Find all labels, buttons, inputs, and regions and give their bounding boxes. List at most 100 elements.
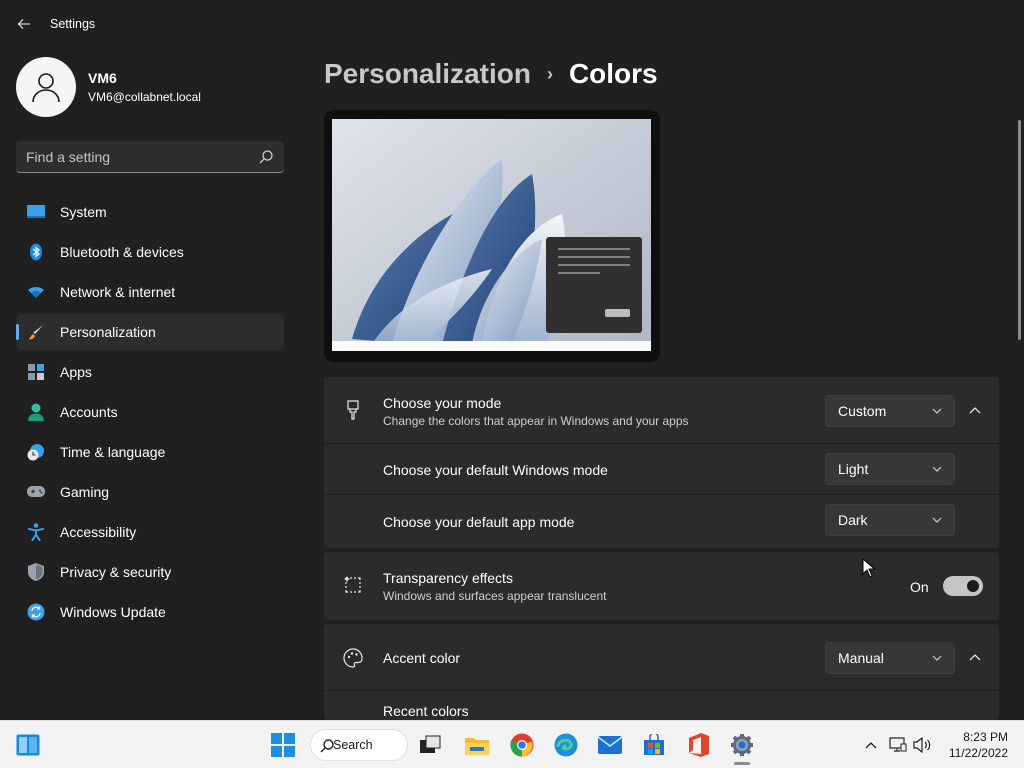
taskbar-search[interactable]: Search: [310, 729, 408, 761]
mode-card: Choose your mode Change the colors that …: [324, 377, 999, 548]
accent-dropdown[interactable]: Manual: [825, 642, 955, 674]
search-icon: [320, 739, 334, 753]
apps-icon: [26, 362, 46, 382]
search-input[interactable]: [26, 148, 246, 165]
sidebar-item-label: Accounts: [60, 404, 118, 420]
content-scrollbar[interactable]: [1018, 120, 1021, 340]
gamepad-icon: [26, 482, 46, 502]
palette-icon: [342, 647, 364, 669]
accent-color-row[interactable]: Accent color Manual: [324, 624, 999, 691]
windows-mode-label: Choose your default Windows mode: [383, 462, 608, 478]
windows-mode-value: Light: [838, 461, 869, 477]
taskbar-search-label: Search: [333, 738, 373, 752]
sidebar-item-gaming[interactable]: Gaming: [16, 474, 284, 510]
sidebar-item-privacy-security[interactable]: Privacy & security: [16, 554, 284, 590]
sidebar-nav: System Bluetooth & devices Network & int…: [16, 194, 284, 634]
gear-icon: [731, 734, 753, 756]
widgets-button[interactable]: [12, 729, 44, 761]
chrome-icon: [510, 733, 534, 757]
chevron-down-icon: [932, 655, 942, 661]
sidebar-item-label: Gaming: [60, 484, 110, 500]
find-setting-search[interactable]: [16, 141, 284, 173]
windows-logo-icon: [271, 733, 295, 757]
profile-email: VM6@collabnet.local: [88, 90, 201, 104]
mail-icon: [598, 736, 622, 754]
preview-wallpaper: [332, 119, 651, 351]
folder-icon: [465, 738, 489, 755]
transparency-title: Transparency effects: [383, 570, 513, 586]
sidebar-item-system[interactable]: System: [16, 194, 284, 230]
transparency-toggle[interactable]: [943, 576, 983, 596]
choose-mode-subtitle: Change the colors that appear in Windows…: [383, 414, 689, 428]
avatar: [16, 57, 76, 117]
settings-taskbar-button[interactable]: [726, 729, 758, 761]
app-mode-label: Choose your default app mode: [383, 514, 575, 530]
chevron-down-icon: [932, 408, 942, 414]
sidebar-item-label: Network & internet: [60, 284, 176, 300]
chevron-up-icon: [969, 407, 981, 414]
sidebar-item-network[interactable]: Network & internet: [16, 274, 284, 310]
sidebar-item-label: System: [60, 204, 107, 220]
back-arrow-icon: [17, 19, 30, 29]
person-avatar-icon: [32, 73, 60, 103]
store-button[interactable]: [638, 729, 670, 761]
app-mode-dropdown[interactable]: Dark: [825, 504, 955, 536]
shield-icon: [26, 562, 46, 582]
sidebar-item-time-language[interactable]: Time & language: [16, 434, 284, 470]
transparency-state-label: On: [910, 579, 929, 595]
sidebar-item-label: Privacy & security: [60, 564, 172, 580]
sidebar-item-label: Accessibility: [60, 524, 137, 540]
breadcrumb-parent[interactable]: Personalization: [324, 58, 531, 90]
back-button[interactable]: [10, 12, 38, 36]
sidebar-item-bluetooth[interactable]: Bluetooth & devices: [16, 234, 284, 270]
volume-button[interactable]: [912, 735, 932, 755]
mouse-pointer-icon: [862, 558, 876, 578]
sidebar-item-apps[interactable]: Apps: [16, 354, 284, 390]
toggle-knob: [967, 580, 979, 592]
taskbar: Search 8:23 PM 11/22/2022: [0, 720, 1024, 768]
breadcrumb-separator: ›: [546, 63, 553, 84]
search-icon[interactable]: [258, 149, 274, 165]
show-hidden-icons-button[interactable]: [861, 735, 881, 755]
mail-button[interactable]: [594, 729, 626, 761]
start-button[interactable]: [267, 729, 299, 761]
accent-card: Accent color Manual Recent colors: [324, 624, 999, 720]
title-bar: Settings: [0, 0, 1024, 48]
recent-colors-label: Recent colors: [383, 703, 469, 719]
system-icon: [26, 202, 46, 222]
task-view-button[interactable]: [415, 729, 447, 761]
sidebar-item-personalization[interactable]: Personalization: [16, 314, 284, 350]
clock-date: 11/22/2022: [948, 746, 1008, 760]
app-mode-row: Choose your default app mode Dark: [324, 495, 999, 547]
mode-collapse-button[interactable]: [962, 398, 988, 424]
file-explorer-button[interactable]: [461, 729, 493, 761]
choose-mode-title: Choose your mode: [383, 395, 502, 411]
chevron-down-icon: [932, 466, 942, 472]
edge-button[interactable]: [550, 729, 582, 761]
breadcrumb: Personalization › Colors: [324, 58, 658, 90]
choose-mode-row[interactable]: Choose your mode Change the colors that …: [324, 377, 999, 444]
sidebar-item-accounts[interactable]: Accounts: [16, 394, 284, 430]
sidebar-item-label: Time & language: [60, 444, 166, 460]
preview-taskbar: [332, 341, 651, 351]
brush-mode-icon: [342, 399, 364, 421]
user-profile[interactable]: VM6 VM6@collabnet.local: [16, 57, 201, 117]
network-status-button[interactable]: [888, 735, 908, 755]
taskbar-clock[interactable]: 8:23 PM 11/22/2022: [946, 729, 1008, 761]
accent-collapse-button[interactable]: [962, 645, 988, 671]
accessibility-icon: [26, 522, 46, 542]
sidebar-item-windows-update[interactable]: Windows Update: [16, 594, 284, 630]
network-monitor-icon: [889, 737, 907, 752]
bluetooth-icon: [26, 242, 46, 262]
mode-dropdown[interactable]: Custom: [825, 395, 955, 427]
task-view-icon: [420, 735, 441, 753]
chrome-button[interactable]: [506, 729, 538, 761]
sidebar-item-label: Windows Update: [60, 604, 166, 620]
windows-mode-dropdown[interactable]: Light: [825, 453, 955, 485]
mode-dropdown-value: Custom: [838, 403, 887, 419]
office-button[interactable]: [682, 729, 714, 761]
active-app-indicator: [734, 762, 750, 765]
chevron-up-icon: [969, 654, 981, 661]
sidebar-item-accessibility[interactable]: Accessibility: [16, 514, 284, 550]
preview-mini-window: [546, 237, 642, 333]
